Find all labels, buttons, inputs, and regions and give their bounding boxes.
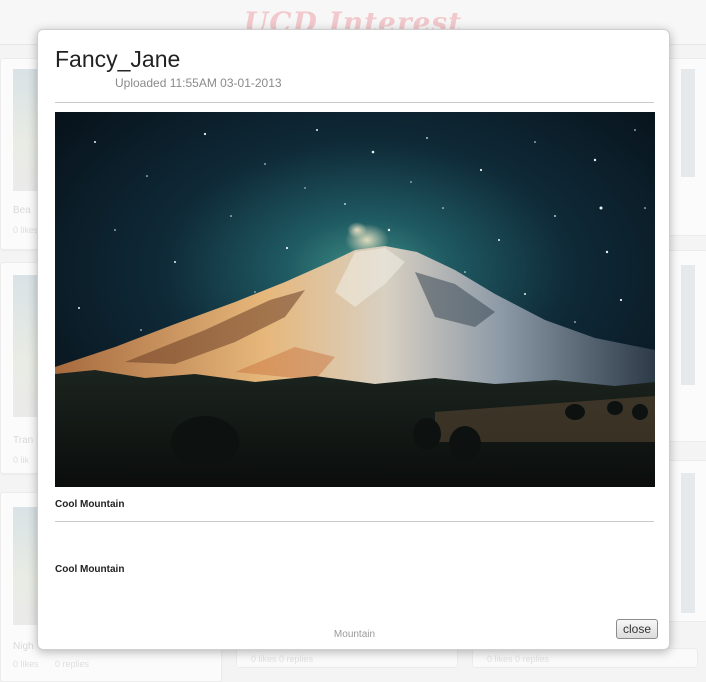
uploader-name[interactable]: Fancy_Jane (55, 46, 180, 73)
pin-photo[interactable] (55, 112, 655, 487)
pin-likes: 0 lik (13, 455, 30, 465)
pin-thumbnail[interactable] (13, 275, 39, 417)
mountain-image (55, 112, 655, 487)
pin-likes: 0 likes (13, 225, 39, 235)
upload-timestamp: Uploaded 11:55AM 03-01-2013 (115, 76, 282, 90)
pin-likes: 0 likes (13, 659, 39, 669)
header-divider (55, 102, 654, 103)
pin-thumbnail[interactable] (681, 69, 695, 177)
pin-title[interactable]: Bea (13, 205, 31, 216)
pin-card[interactable]: Bea 0 likes (0, 58, 42, 250)
close-button[interactable]: close (616, 619, 658, 639)
pin-thumbnail[interactable] (13, 69, 39, 191)
pin-card[interactable]: Tran 0 lik (0, 262, 42, 474)
pin-detail-modal: Fancy_Jane Uploaded 11:55AM 03-01-2013 C… (37, 29, 670, 650)
pin-thumbnail[interactable] (681, 265, 695, 385)
pin-title[interactable]: Tran (13, 435, 33, 446)
pin-thumbnail[interactable] (13, 507, 39, 625)
pin-stats-bar: 0 likes 0 replies (236, 648, 458, 668)
caption-divider (55, 521, 654, 522)
photo-description: Cool Mountain (55, 564, 125, 575)
pin-thumbnail[interactable] (681, 473, 695, 613)
photo-tag[interactable]: Mountain (38, 629, 671, 640)
pin-title[interactable]: Nigh (13, 641, 34, 652)
pin-stats-bar: 0 likes 0 replies (472, 648, 698, 668)
photo-caption: Cool Mountain (55, 499, 125, 510)
pin-replies: 0 replies (55, 659, 90, 669)
